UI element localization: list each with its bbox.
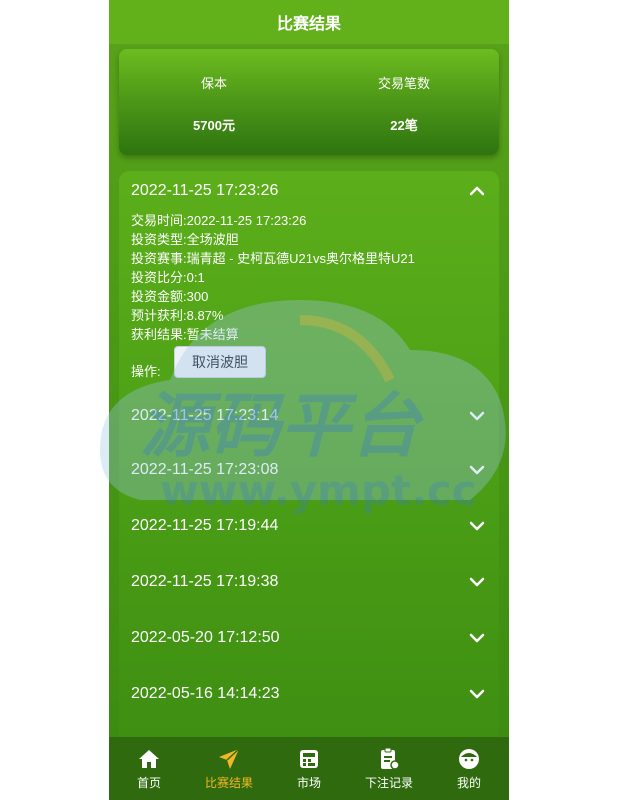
tab-label: 市场 <box>296 775 321 790</box>
result-item-datetime: 2022-05-20 17:12:50 <box>131 629 280 646</box>
summary-card: 保本 5700元 交易笔数 22笔 <box>119 49 499 155</box>
trades-label: 交易笔数 <box>377 76 430 91</box>
home-icon <box>139 749 159 768</box>
result-item-datetime: 2022-05-16 14:14:23 <box>131 685 280 702</box>
result-item-header-expanded[interactable]: 2022-11-25 17:23:26 <box>119 171 499 211</box>
chevron-down-icon[interactable] <box>467 460 487 480</box>
detail-trade-time: 交易时间:2022-11-25 17:23:26 <box>131 213 307 228</box>
chevron-down-icon[interactable] <box>467 684 487 704</box>
chevron-down-icon[interactable] <box>467 572 487 592</box>
principal-value: 5700元 <box>193 118 235 133</box>
result-item-datetime: 2022-11-25 17:23:14 <box>131 407 279 424</box>
tab-results[interactable]: 比赛结果 <box>189 737 269 800</box>
paper-plane-icon <box>219 747 240 769</box>
chevron-down-icon[interactable] <box>467 516 487 536</box>
chevron-down-icon[interactable] <box>467 406 487 426</box>
tab-label: 下注记录 <box>364 775 413 790</box>
result-item-datetime: 2022-11-25 17:23:08 <box>131 461 279 478</box>
bottom-tab-bar: 首页 比赛结果 市场 下注记录 我的 <box>109 737 509 800</box>
detail-expected-profit: 预计获利:8.87% <box>131 308 224 323</box>
result-item[interactable]: 2022-05-16 14:14:23 <box>119 666 499 722</box>
operation-row: 操作: 取消波胆 <box>131 344 487 390</box>
cancel-bet-button[interactable]: 取消波胆 <box>174 346 266 378</box>
detail-score: 投资比分:0:1 <box>131 270 205 285</box>
profile-face-icon <box>459 748 479 769</box>
detail-match: 投资赛事:瑞青超 - 史柯瓦德U21vs奥尔格里特U21 <box>131 251 415 266</box>
tab-home[interactable]: 首页 <box>109 737 189 800</box>
detail-amount: 投资金额:300 <box>131 289 209 304</box>
principal-label: 保本 <box>200 76 227 91</box>
trades-value: 22笔 <box>390 118 418 133</box>
tab-label: 我的 <box>456 775 481 790</box>
result-item-datetime: 2022-11-25 17:19:44 <box>131 517 279 534</box>
result-item[interactable]: 2022-11-25 17:23:14 <box>119 390 499 442</box>
result-item[interactable]: 2022-11-25 17:23:08 <box>119 442 499 498</box>
result-item-datetime: 2022-11-25 17:19:38 <box>131 573 279 590</box>
tab-profile[interactable]: 我的 <box>429 737 509 800</box>
market-icon <box>300 749 318 768</box>
tab-label: 比赛结果 <box>204 775 253 790</box>
clipboard-icon <box>381 747 400 770</box>
chevron-up-icon[interactable] <box>467 181 487 201</box>
page-title: 比赛结果 <box>109 0 509 44</box>
detail-invest-type: 投资类型:全场波胆 <box>131 232 239 247</box>
chevron-down-icon[interactable] <box>467 628 487 648</box>
results-list: 2022-11-25 17:23:26 交易时间:2022-11-25 17:2… <box>119 171 499 771</box>
tab-label: 首页 <box>136 775 161 790</box>
tab-bet-records[interactable]: 下注记录 <box>349 737 429 800</box>
result-item[interactable]: 2022-11-25 17:19:44 <box>119 498 499 554</box>
result-item-detail: 交易时间:2022-11-25 17:23:26 投资类型:全场波胆 投资赛事:… <box>119 211 499 390</box>
result-item-datetime: 2022-11-25 17:23:26 <box>131 182 279 199</box>
phone-screen: 比赛结果 保本 5700元 交易笔数 22笔 2022-11-25 17:23:… <box>109 0 509 800</box>
operation-label: 操作: <box>131 364 161 379</box>
result-item[interactable]: 2022-05-20 17:12:50 <box>119 610 499 666</box>
tab-market[interactable]: 市场 <box>269 737 349 800</box>
detail-result: 获利结果:暂未结算 <box>131 327 239 342</box>
result-item[interactable]: 2022-11-25 17:19:38 <box>119 554 499 610</box>
